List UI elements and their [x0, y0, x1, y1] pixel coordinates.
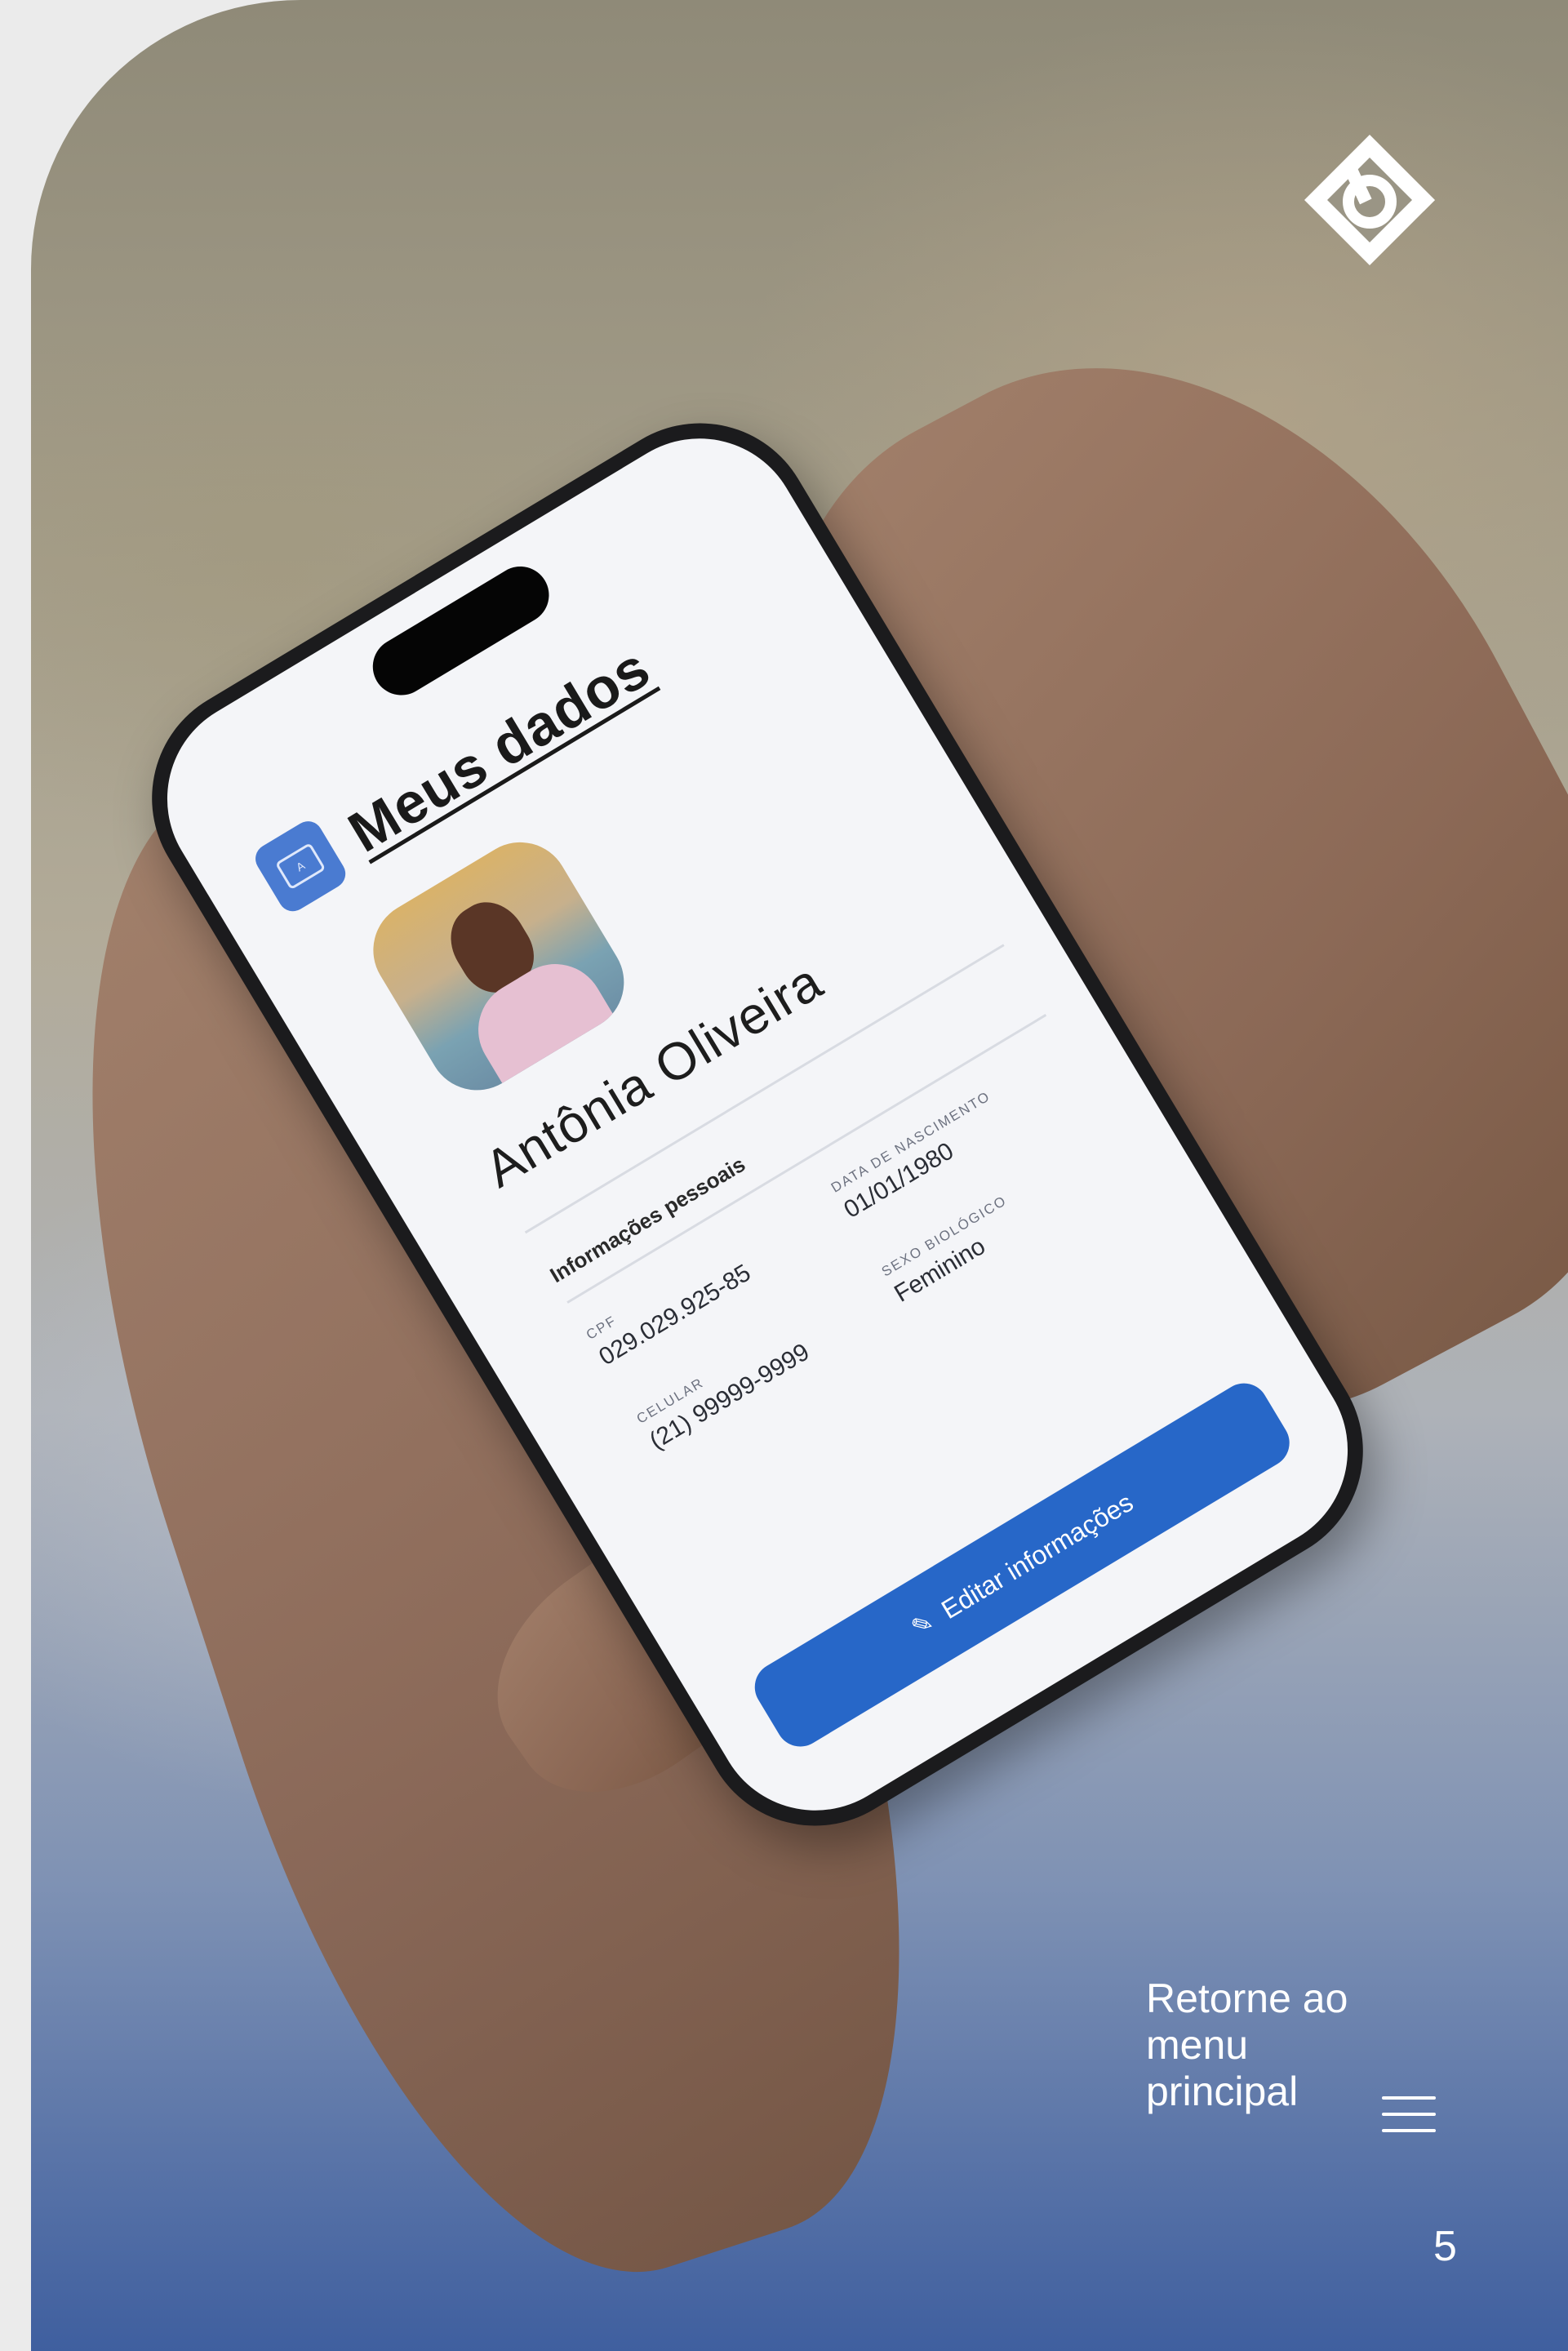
- menu-line: [1382, 2113, 1436, 2116]
- hamburger-menu-icon[interactable]: [1382, 2096, 1436, 2132]
- pencil-icon: ✎: [906, 1607, 939, 1642]
- profile-avatar: [355, 824, 642, 1109]
- dynamic-island: [362, 555, 560, 706]
- field-sex: Sexo biológico Feminino: [879, 1193, 1027, 1309]
- field-phone: Celular (21) 99999-9999: [634, 1320, 815, 1455]
- edit-info-label: Editar informações: [935, 1487, 1139, 1624]
- return-to-menu-text[interactable]: Retorne ao menu principal: [1146, 1975, 1407, 2115]
- brand-logo-icon: [1304, 135, 1435, 265]
- app-icon[interactable]: A: [250, 816, 351, 917]
- id-card-icon: A: [274, 842, 326, 891]
- menu-line: [1382, 2129, 1436, 2132]
- menu-line: [1382, 2096, 1436, 2100]
- page-number: 5: [1433, 2223, 1457, 2270]
- edit-info-button[interactable]: ✎ Editar informações: [745, 1374, 1299, 1756]
- field-cpf: CPF 029.029.925-85: [584, 1241, 756, 1371]
